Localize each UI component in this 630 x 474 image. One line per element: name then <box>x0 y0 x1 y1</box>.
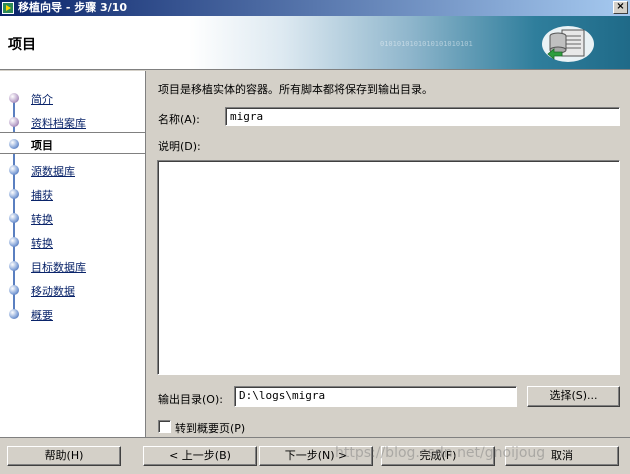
nav-item-summary[interactable]: 概要 <box>0 303 145 325</box>
output-dir-label: 输出目录(O): <box>158 393 223 406</box>
nav-item-label: 捕获 <box>31 189 53 202</box>
nav-item-label: 资料档案库 <box>31 117 86 130</box>
nav-item-source-database[interactable]: 源数据库 <box>0 159 145 181</box>
nav-item-capture[interactable]: 捕获 <box>0 183 145 205</box>
nav-item-project[interactable]: 项目 <box>0 132 145 154</box>
binary-decoration: 0101010101010101010101 <box>380 40 473 48</box>
step-icon <box>9 213 19 223</box>
nav-item-label: 目标数据库 <box>31 261 86 274</box>
close-button[interactable]: × <box>613 1 628 14</box>
step-icon <box>9 189 19 199</box>
step-done-icon <box>9 93 19 103</box>
notes-label: 说明(D): <box>158 140 201 153</box>
wizard-footer: 帮助(H) < 上一步(B) 下一步(N) > 完成(F) 取消 <box>0 437 630 474</box>
next-button[interactable]: 下一步(N) > <box>259 446 373 466</box>
nav-item-label: 项目 <box>31 139 53 152</box>
header-banner: 项目 0101010101010101010101 <box>0 16 630 70</box>
database-icon <box>542 26 594 62</box>
step-icon <box>9 261 19 271</box>
choose-button[interactable]: 选择(S)... <box>527 386 620 407</box>
nav-item-repository[interactable]: 资料档案库 <box>0 111 145 133</box>
nav-item-label: 简介 <box>31 93 53 106</box>
form-description: 项目是移植实体的容器。所有脚本都将保存到输出目录。 <box>158 83 433 96</box>
step-icon <box>9 237 19 247</box>
title-bar: 移植向导 - 步骤 3/10 × <box>0 0 630 16</box>
step-icon <box>9 165 19 175</box>
nav-item-label: 移动数据 <box>31 285 75 298</box>
goto-summary-checkbox[interactable] <box>158 420 171 433</box>
window-title: 移植向导 - 步骤 3/10 <box>18 1 128 14</box>
wizard-steps-nav: 简介 资料档案库 项目 源数据库 捕获 转换 转换 目标数据库 移动数据 概要 <box>0 71 146 437</box>
name-label: 名称(A): <box>158 113 200 126</box>
output-dir-input[interactable]: D:\logs\migra <box>234 386 517 407</box>
nav-item-convert-1[interactable]: 转换 <box>0 207 145 229</box>
project-form: 项目是移植实体的容器。所有脚本都将保存到输出目录。 名称(A): migra 说… <box>147 71 630 437</box>
nav-item-label: 转换 <box>31 213 53 226</box>
nav-item-intro[interactable]: 简介 <box>0 87 145 109</box>
step-icon <box>9 309 19 319</box>
nav-item-label: 源数据库 <box>31 165 75 178</box>
nav-item-label: 转换 <box>31 237 53 250</box>
step-current-icon <box>9 139 19 149</box>
help-button[interactable]: 帮助(H) <box>7 446 121 466</box>
nav-item-label: 概要 <box>31 309 53 322</box>
nav-item-convert-2[interactable]: 转换 <box>0 231 145 253</box>
app-icon <box>2 2 14 14</box>
step-done-icon <box>9 117 19 127</box>
page-title: 项目 <box>8 37 36 53</box>
cancel-button[interactable]: 取消 <box>505 446 619 466</box>
goto-summary-label: 转到概要页(P) <box>175 422 246 435</box>
back-button[interactable]: < 上一步(B) <box>143 446 257 466</box>
nav-item-move-data[interactable]: 移动数据 <box>0 279 145 301</box>
name-input[interactable]: migra <box>225 107 620 126</box>
finish-button[interactable]: 完成(F) <box>381 446 495 466</box>
nav-item-target-database[interactable]: 目标数据库 <box>0 255 145 277</box>
step-icon <box>9 285 19 295</box>
notes-textarea[interactable] <box>157 160 620 375</box>
